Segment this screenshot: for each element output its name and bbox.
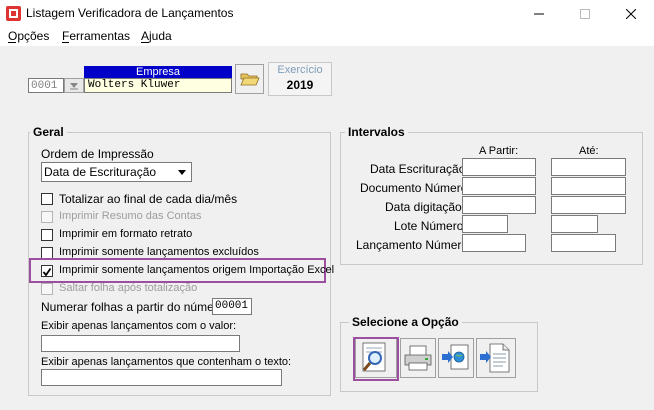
checkbox-importacao-excel[interactable] xyxy=(41,265,53,277)
empresa-lookup-button[interactable] xyxy=(64,78,84,93)
exercicio-value: 2019 xyxy=(286,78,314,92)
accel-underline xyxy=(141,42,149,43)
close-button[interactable] xyxy=(608,0,654,28)
window-title: Listagem Verificadora de Lançamentos xyxy=(26,6,234,20)
selecione-title: Selecione a Opção xyxy=(349,315,462,329)
checkbox-totalizar[interactable] xyxy=(41,193,53,205)
col-a-partir: A Partir: xyxy=(479,145,519,157)
data-digitacao-from[interactable] xyxy=(462,196,536,214)
chevron-down-icon[interactable] xyxy=(174,164,190,180)
intervalo-label: Data digitação xyxy=(385,200,462,214)
excluidos-label: Imprimir somente lançamentos excluídos xyxy=(59,246,259,258)
menu-opcoes-label: Opções xyxy=(8,29,50,43)
documento-numero-to[interactable] xyxy=(551,177,626,195)
data-digitacao-to[interactable] xyxy=(551,196,626,214)
menu-ferramentas-label: Ferramentas xyxy=(62,29,131,43)
intervalos-title: Intervalos xyxy=(345,125,408,139)
texto-input[interactable] xyxy=(41,369,282,386)
export-web-icon xyxy=(442,344,469,370)
highlight-box xyxy=(353,337,399,381)
documento-numero-from[interactable] xyxy=(462,177,536,195)
retrato-label: Imprimir em formato retrato xyxy=(59,228,193,240)
numerar-input[interactable]: 00001 xyxy=(212,298,252,315)
numerar-label: Numerar folhas a partir do número xyxy=(41,300,225,314)
minimize-icon xyxy=(534,13,544,15)
check-icon xyxy=(42,267,52,277)
lote-numero-to[interactable] xyxy=(551,215,598,233)
menu-opcoes[interactable]: Opções xyxy=(8,29,49,43)
ordem-select-value: Data de Escrituração xyxy=(44,165,157,179)
close-icon xyxy=(626,9,636,19)
intervalo-label: Data Escrituração xyxy=(370,162,466,176)
maximize-button[interactable] xyxy=(562,0,608,28)
valor-input[interactable] xyxy=(41,335,240,352)
export-document-button[interactable] xyxy=(476,338,516,378)
menu-ajuda[interactable]: Ajuda xyxy=(141,29,172,43)
print-button[interactable] xyxy=(400,338,436,378)
minimize-button[interactable] xyxy=(516,0,562,28)
ordem-label: Ordem de Impressão xyxy=(41,147,154,161)
app-icon xyxy=(6,6,21,21)
checkbox-saltar-folha xyxy=(41,283,53,295)
totalizar-label: Totalizar ao final de cada dia/mês xyxy=(59,192,238,206)
checkbox-retrato[interactable] xyxy=(41,229,53,241)
checkbox-resumo-contas xyxy=(41,211,53,223)
export-document-icon xyxy=(480,343,510,373)
spin-down-icon xyxy=(70,83,78,90)
printer-icon xyxy=(404,345,432,371)
empresa-header: Empresa xyxy=(84,66,232,78)
empresa-code-field[interactable]: 0001 xyxy=(28,78,64,93)
importacao-excel-label: Imprimir somente lançamentos origem Impo… xyxy=(59,264,335,276)
exercicio-label: Exercício xyxy=(277,64,323,76)
accel-underline xyxy=(8,42,16,43)
resumo-contas-label: Imprimir Resumo das Contas xyxy=(59,210,202,222)
intervalo-label: Documento Número xyxy=(360,181,468,195)
valor-label: Exibir apenas lançamentos com o valor: xyxy=(41,320,237,332)
lancamento-numero-to[interactable] xyxy=(551,234,616,252)
menu-ferramentas[interactable]: Ferramentas xyxy=(62,29,130,43)
geral-title: Geral xyxy=(30,125,67,139)
texto-label: Exibir apenas lançamentos que contenham … xyxy=(41,356,292,368)
lancamento-numero-from[interactable] xyxy=(462,234,526,252)
saltar-folha-label: Saltar folha após totalização xyxy=(59,282,198,294)
open-empresa-button[interactable] xyxy=(235,64,264,94)
folder-open-icon xyxy=(240,73,260,86)
maximize-icon xyxy=(580,9,590,19)
lote-numero-from[interactable] xyxy=(462,215,508,233)
data-escrituracao-to[interactable] xyxy=(551,158,626,176)
intervalo-label: Lote Número xyxy=(394,219,464,233)
menu-ajuda-label: Ajuda xyxy=(141,29,172,43)
accel-underline xyxy=(62,42,69,43)
intervalo-label: Lançamento Número xyxy=(356,238,469,252)
data-escrituracao-from[interactable] xyxy=(462,158,536,176)
empresa-name-field[interactable]: Wolters Kluwer xyxy=(84,78,232,93)
export-web-button[interactable] xyxy=(438,338,474,378)
col-ate: Até: xyxy=(579,145,599,157)
